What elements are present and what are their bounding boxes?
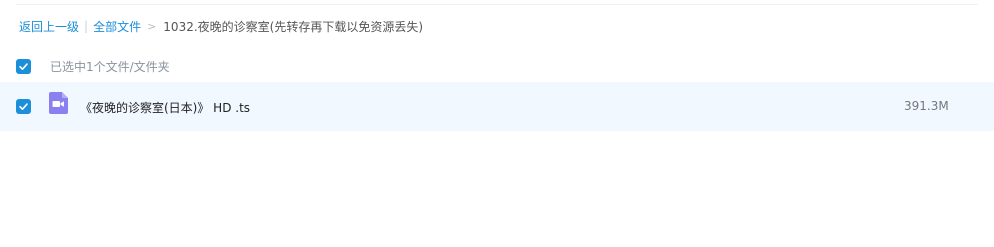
file-row[interactable]: 《夜晚的诊察室(日本)》 HD .ts 391.3M (0, 82, 994, 131)
check-icon (19, 62, 28, 70)
top-divider (16, 4, 978, 5)
back-link[interactable]: 返回上一级 (19, 18, 79, 35)
breadcrumb: 返回上一级 | 全部文件 > 1032.夜晚的诊察室(先转存再下载以免资源丢失) (19, 17, 423, 35)
breadcrumb-arrow: > (147, 19, 157, 33)
check-icon (19, 103, 28, 110)
file-size: 391.3M (904, 99, 949, 113)
current-folder-label: 1032.夜晚的诊察室(先转存再下载以免资源丢失) (163, 19, 424, 34)
file-name[interactable]: 《夜晚的诊察室(日本)》 HD .ts (80, 99, 250, 116)
breadcrumb-separator: | (84, 19, 89, 33)
selection-status: 已选中1个文件/文件夹 (50, 59, 170, 74)
video-file-icon (49, 92, 68, 114)
selection-bar: 已选中1个文件/文件夹 (0, 52, 994, 80)
select-all-checkbox[interactable] (16, 58, 31, 74)
file-checkbox[interactable] (16, 99, 31, 114)
all-files-link[interactable]: 全部文件 (93, 18, 141, 35)
